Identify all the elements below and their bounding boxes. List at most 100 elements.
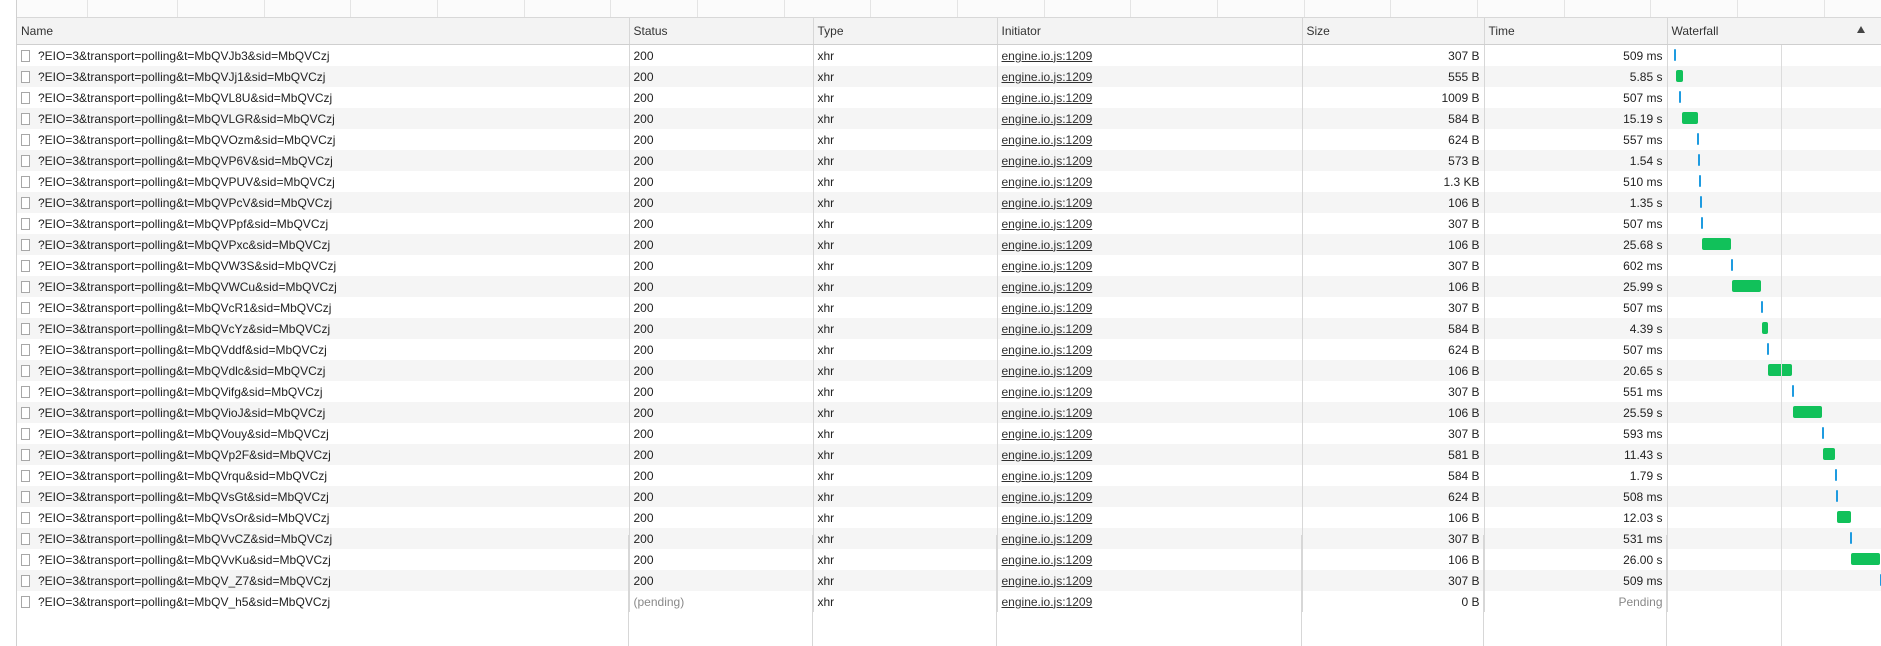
initiator-link[interactable]: engine.io.js:1209 <box>1002 91 1093 105</box>
column-header-status[interactable]: Status <box>629 18 814 45</box>
cell-name[interactable]: ?EIO=3&transport=polling&t=MbQVL8U&sid=M… <box>17 87 630 108</box>
waterfall-bar[interactable] <box>1792 406 1822 418</box>
initiator-link[interactable]: engine.io.js:1209 <box>1002 133 1093 147</box>
initiator-link[interactable]: engine.io.js:1209 <box>1002 553 1093 567</box>
cell-waterfall[interactable] <box>1667 276 1881 297</box>
table-row[interactable]: ?EIO=3&transport=polling&t=MbQVPpf&sid=M… <box>17 213 1881 234</box>
cell-name[interactable]: ?EIO=3&transport=polling&t=MbQVPUV&sid=M… <box>17 171 630 192</box>
initiator-link[interactable]: engine.io.js:1209 <box>1002 175 1093 189</box>
waterfall-bar[interactable] <box>1835 490 1838 502</box>
initiator-link[interactable]: engine.io.js:1209 <box>1002 217 1093 231</box>
waterfall-bar[interactable] <box>1766 343 1769 355</box>
initiator-link[interactable]: engine.io.js:1209 <box>1002 532 1093 546</box>
waterfall-bar[interactable] <box>1849 532 1852 544</box>
cell-waterfall[interactable] <box>1667 528 1881 549</box>
table-row[interactable]: ?EIO=3&transport=polling&t=MbQV_Z7&sid=M… <box>17 570 1881 591</box>
initiator-link[interactable]: engine.io.js:1209 <box>1002 301 1093 315</box>
initiator-link[interactable]: engine.io.js:1209 <box>1002 490 1093 504</box>
cell-name[interactable]: ?EIO=3&transport=polling&t=MbQVvKu&sid=M… <box>17 549 630 570</box>
cell-waterfall[interactable] <box>1667 423 1881 444</box>
initiator-link[interactable]: engine.io.js:1209 <box>1002 280 1093 294</box>
cell-name[interactable]: ?EIO=3&transport=polling&t=MbQVP6V&sid=M… <box>17 150 630 171</box>
cell-name[interactable]: ?EIO=3&transport=polling&t=MbQVPxc&sid=M… <box>17 234 630 255</box>
table-row[interactable]: ?EIO=3&transport=polling&t=MbQVLGR&sid=M… <box>17 108 1881 129</box>
waterfall-bar[interactable] <box>1678 91 1681 103</box>
table-row[interactable]: ?EIO=3&transport=polling&t=MbQVPxc&sid=M… <box>17 234 1881 255</box>
cell-name[interactable]: ?EIO=3&transport=polling&t=MbQVifg&sid=M… <box>17 381 630 402</box>
table-row[interactable]: ?EIO=3&transport=polling&t=MbQVp2F&sid=M… <box>17 444 1881 465</box>
column-header-name[interactable]: Name <box>17 18 630 45</box>
cell-name[interactable]: ?EIO=3&transport=polling&t=MbQVioJ&sid=M… <box>17 402 630 423</box>
initiator-link[interactable]: engine.io.js:1209 <box>1002 364 1093 378</box>
cell-name[interactable]: ?EIO=3&transport=polling&t=MbQVJj1&sid=M… <box>17 66 630 87</box>
waterfall-bar[interactable] <box>1699 196 1702 208</box>
table-row[interactable]: ?EIO=3&transport=polling&t=MbQVWCu&sid=M… <box>17 276 1881 297</box>
table-row[interactable]: ?EIO=3&transport=polling&t=MbQVifg&sid=M… <box>17 381 1881 402</box>
initiator-link[interactable]: engine.io.js:1209 <box>1002 259 1093 273</box>
cell-waterfall[interactable] <box>1667 150 1881 171</box>
waterfall-bar[interactable] <box>1850 553 1880 565</box>
column-header-initiator[interactable]: Initiator <box>997 18 1303 45</box>
cell-waterfall[interactable] <box>1667 570 1881 591</box>
cell-name[interactable]: ?EIO=3&transport=polling&t=MbQVrqu&sid=M… <box>17 465 630 486</box>
cell-waterfall[interactable] <box>1667 318 1881 339</box>
cell-waterfall[interactable] <box>1667 108 1881 129</box>
waterfall-bar[interactable] <box>1700 217 1703 229</box>
cell-waterfall[interactable] <box>1667 44 1881 66</box>
cell-name[interactable]: ?EIO=3&transport=polling&t=MbQVJb3&sid=M… <box>17 44 630 66</box>
initiator-link[interactable]: engine.io.js:1209 <box>1002 154 1093 168</box>
cell-name[interactable]: ?EIO=3&transport=polling&t=MbQVddf&sid=M… <box>17 339 630 360</box>
initiator-link[interactable]: engine.io.js:1209 <box>1002 385 1093 399</box>
table-row[interactable]: ?EIO=3&transport=polling&t=MbQVdlc&sid=M… <box>17 360 1881 381</box>
cell-waterfall[interactable] <box>1667 255 1881 276</box>
waterfall-bar[interactable] <box>1730 259 1733 271</box>
table-row[interactable]: ?EIO=3&transport=polling&t=MbQVcYz&sid=M… <box>17 318 1881 339</box>
table-row[interactable]: ?EIO=3&transport=polling&t=MbQVJj1&sid=M… <box>17 66 1881 87</box>
cell-waterfall[interactable] <box>1667 66 1881 87</box>
initiator-link[interactable]: engine.io.js:1209 <box>1002 406 1093 420</box>
table-row[interactable]: ?EIO=3&transport=polling&t=MbQVP6V&sid=M… <box>17 150 1881 171</box>
table-row[interactable]: ?EIO=3&transport=polling&t=MbQVouy&sid=M… <box>17 423 1881 444</box>
waterfall-bar[interactable] <box>1821 427 1824 439</box>
cell-waterfall[interactable] <box>1667 192 1881 213</box>
cell-name[interactable]: ?EIO=3&transport=polling&t=MbQVOzm&sid=M… <box>17 129 630 150</box>
table-row[interactable]: ?EIO=3&transport=polling&t=MbQVPUV&sid=M… <box>17 171 1881 192</box>
initiator-link[interactable]: engine.io.js:1209 <box>1002 49 1093 63</box>
table-row[interactable]: ?EIO=3&transport=polling&t=MbQVioJ&sid=M… <box>17 402 1881 423</box>
cell-name[interactable]: ?EIO=3&transport=polling&t=MbQVWCu&sid=M… <box>17 276 630 297</box>
waterfall-bar[interactable] <box>1767 364 1792 376</box>
initiator-link[interactable]: engine.io.js:1209 <box>1002 112 1093 126</box>
cell-name[interactable]: ?EIO=3&transport=polling&t=MbQVdlc&sid=M… <box>17 360 630 381</box>
table-row[interactable]: ?EIO=3&transport=polling&t=MbQVW3S&sid=M… <box>17 255 1881 276</box>
cell-name[interactable]: ?EIO=3&transport=polling&t=MbQVcR1&sid=M… <box>17 297 630 318</box>
cell-name[interactable]: ?EIO=3&transport=polling&t=MbQVPpf&sid=M… <box>17 213 630 234</box>
column-header-waterfall[interactable]: Waterfall <box>1667 18 1881 45</box>
cell-waterfall[interactable] <box>1667 297 1881 318</box>
waterfall-bar[interactable] <box>1675 70 1683 82</box>
cell-waterfall[interactable] <box>1667 591 1881 612</box>
cell-waterfall[interactable] <box>1667 465 1881 486</box>
table-row[interactable]: ?EIO=3&transport=polling&t=MbQVsGt&sid=M… <box>17 486 1881 507</box>
initiator-link[interactable]: engine.io.js:1209 <box>1002 238 1093 252</box>
initiator-link[interactable]: engine.io.js:1209 <box>1002 196 1093 210</box>
cell-name[interactable]: ?EIO=3&transport=polling&t=MbQVW3S&sid=M… <box>17 255 630 276</box>
initiator-link[interactable]: engine.io.js:1209 <box>1002 427 1093 441</box>
table-row[interactable]: ?EIO=3&transport=polling&t=MbQVsOr&sid=M… <box>17 507 1881 528</box>
cell-waterfall[interactable] <box>1667 486 1881 507</box>
cell-name[interactable]: ?EIO=3&transport=polling&t=MbQVvCZ&sid=M… <box>17 528 630 549</box>
cell-name[interactable]: ?EIO=3&transport=polling&t=MbQVPcV&sid=M… <box>17 192 630 213</box>
cell-waterfall[interactable] <box>1667 339 1881 360</box>
waterfall-bar[interactable] <box>1696 133 1699 145</box>
sort-ascending-icon[interactable] <box>1856 26 1865 33</box>
waterfall-bar[interactable] <box>1673 49 1676 61</box>
cell-name[interactable]: ?EIO=3&transport=polling&t=MbQVsOr&sid=M… <box>17 507 630 528</box>
table-row[interactable]: ?EIO=3&transport=polling&t=MbQVPcV&sid=M… <box>17 192 1881 213</box>
initiator-link[interactable]: engine.io.js:1209 <box>1002 511 1093 525</box>
cell-waterfall[interactable] <box>1667 213 1881 234</box>
initiator-link[interactable]: engine.io.js:1209 <box>1002 469 1093 483</box>
table-row[interactable]: ?EIO=3&transport=polling&t=MbQVcR1&sid=M… <box>17 297 1881 318</box>
initiator-link[interactable]: engine.io.js:1209 <box>1002 574 1093 588</box>
cell-waterfall[interactable] <box>1667 507 1881 528</box>
table-row[interactable]: ?EIO=3&transport=polling&t=MbQV_h5&sid=M… <box>17 591 1881 612</box>
cell-name[interactable]: ?EIO=3&transport=polling&t=MbQVcYz&sid=M… <box>17 318 630 339</box>
